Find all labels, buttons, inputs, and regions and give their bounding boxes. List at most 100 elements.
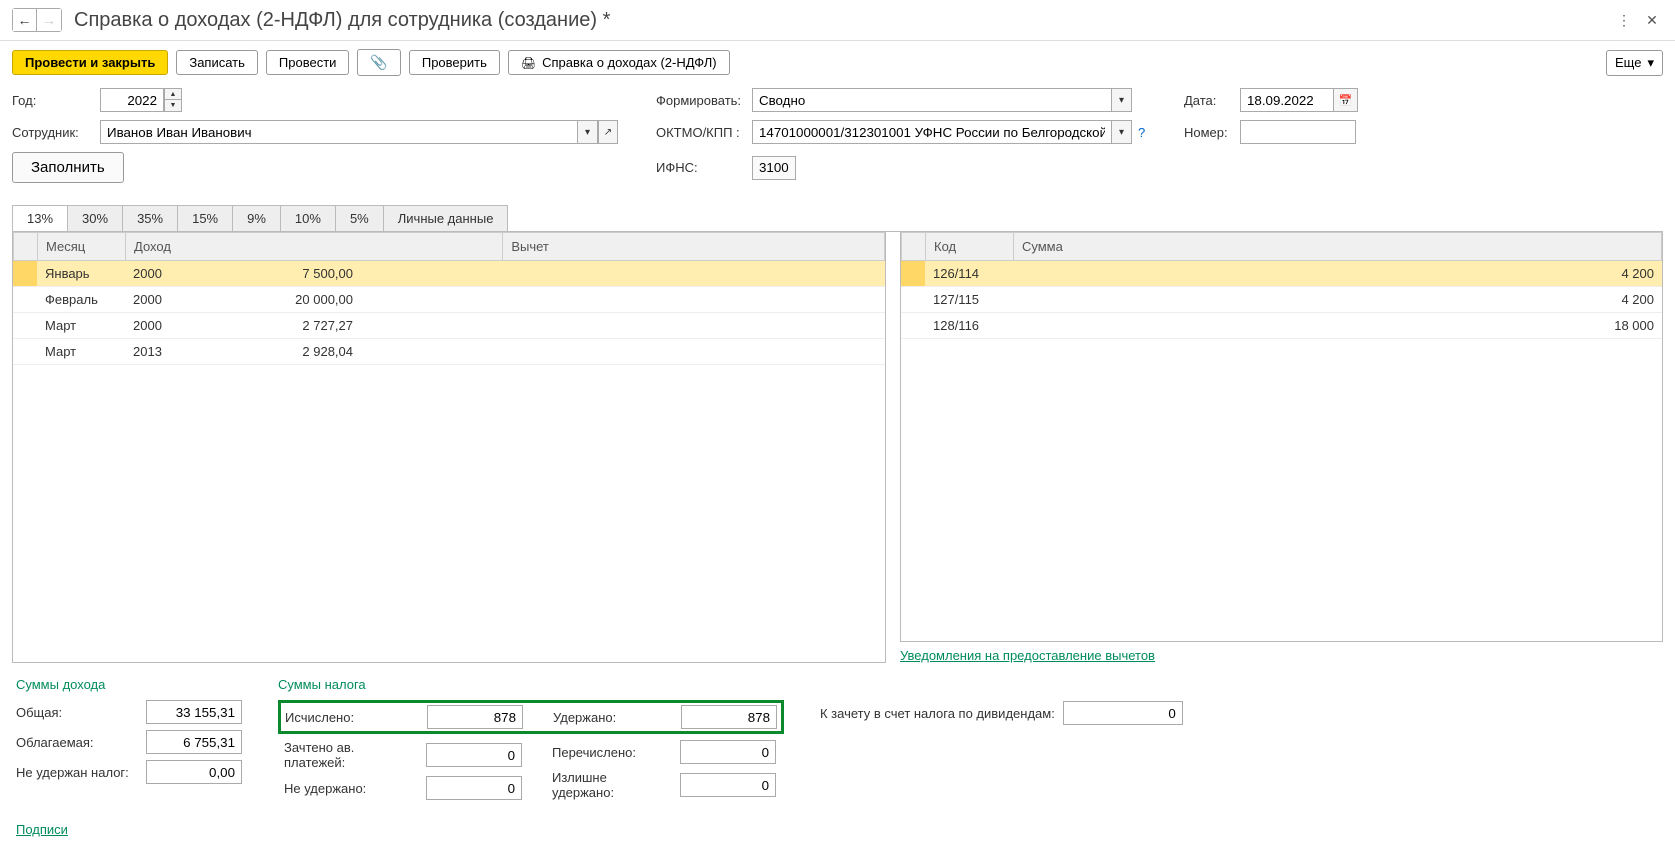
close-icon[interactable]: ✕ [1641, 9, 1663, 31]
nav-back-button[interactable]: ← [13, 9, 37, 31]
excess-input[interactable] [680, 773, 776, 797]
cell-amount: 20 000,00 [191, 287, 361, 313]
not-withheld-tax-input[interactable] [146, 760, 242, 784]
nav-forward-button[interactable]: → [37, 9, 61, 31]
table-row[interactable]: Март 2000 2 727,27 [13, 313, 885, 339]
cell-code: 126/114 [925, 261, 1013, 287]
tab-5[interactable]: 5% [335, 205, 384, 231]
menu-icon[interactable]: ⋮ [1613, 9, 1635, 31]
signatures-link[interactable]: Подписи [16, 822, 68, 837]
check-button[interactable]: Проверить [409, 50, 500, 75]
tabs: 13% 30% 35% 15% 9% 10% 5% Личные данные [12, 205, 1663, 231]
table-row[interactable]: Февраль 2000 20 000,00 [13, 287, 885, 313]
tab-15[interactable]: 15% [177, 205, 233, 231]
cell-month: Январь [37, 261, 125, 287]
cell-month: Февраль [37, 287, 125, 313]
total-label: Общая: [16, 705, 138, 720]
cell-code: 127/115 [925, 287, 1013, 313]
employee-label: Сотрудник: [12, 125, 100, 140]
cell-deduction [361, 339, 885, 365]
form-mode-input[interactable] [752, 88, 1112, 112]
more-button[interactable]: Еще ▾ [1606, 50, 1663, 76]
col-income: Доход [126, 233, 503, 261]
advance-label: Зачтено ав. платежей: [284, 740, 418, 770]
attach-button[interactable]: 📎 [357, 49, 400, 76]
cell-deduction [361, 287, 885, 313]
withheld-label: Удержано: [553, 710, 673, 725]
year-input[interactable] [100, 88, 164, 112]
not-withheld2-input[interactable] [426, 776, 522, 800]
deductions-table-panel: Код Сумма 126/114 4 200 127/115 4 200 [900, 232, 1663, 642]
cell-code: 2000 [125, 261, 191, 287]
post-and-close-button[interactable]: Провести и закрыть [12, 50, 168, 75]
taxable-label: Облагаемая: [16, 735, 138, 750]
save-button[interactable]: Записать [176, 50, 258, 75]
calendar-button[interactable]: 📅 [1334, 88, 1358, 112]
income-totals-header: Суммы дохода [16, 677, 242, 692]
cell-deduction [361, 313, 885, 339]
col-month: Месяц [38, 233, 126, 261]
year-up-button[interactable]: ▲ [164, 88, 182, 100]
withheld-input[interactable] [681, 705, 777, 729]
cell-code: 2013 [125, 339, 191, 365]
year-down-button[interactable]: ▼ [164, 100, 182, 112]
page-title: Справка о доходах (2-НДФЛ) для сотрудник… [74, 9, 1613, 32]
date-label: Дата: [1184, 93, 1240, 108]
tax-totals-header: Суммы налога [278, 677, 784, 692]
report-button[interactable]: 🖨Справка о доходах (2-НДФЛ) [508, 50, 730, 75]
income-table-panel: Месяц Доход Вычет Январь 2000 7 500,00 Ф… [12, 232, 886, 663]
nav-buttons: ← → [12, 8, 62, 32]
not-withheld2-label: Не удержано: [284, 781, 418, 796]
table-row[interactable]: 126/114 4 200 [901, 261, 1662, 287]
cell-sum: 4 200 [1013, 287, 1662, 313]
cell-month: Март [37, 339, 125, 365]
oktmo-dropdown-button[interactable]: ▾ [1112, 120, 1132, 144]
advance-input[interactable] [426, 743, 522, 767]
calendar-icon: 📅 [1339, 94, 1353, 107]
employee-input[interactable] [100, 120, 578, 144]
calculated-input[interactable] [427, 705, 523, 729]
transferred-label: Перечислено: [552, 745, 672, 760]
fill-button[interactable]: Заполнить [12, 152, 124, 183]
tab-13[interactable]: 13% [12, 205, 68, 231]
table-row[interactable]: Январь 2000 7 500,00 [13, 261, 885, 287]
table-row[interactable]: Март 2013 2 928,04 [13, 339, 885, 365]
table-row[interactable]: 128/116 18 000 [901, 313, 1662, 339]
tab-9[interactable]: 9% [232, 205, 281, 231]
total-input[interactable] [146, 700, 242, 724]
ifns-label: ИФНС: [656, 160, 752, 175]
employee-dropdown-button[interactable]: ▾ [578, 120, 598, 144]
number-label: Номер: [1184, 125, 1240, 140]
tab-10[interactable]: 10% [280, 205, 336, 231]
chevron-down-icon: ▾ [1647, 55, 1654, 71]
oktmo-label: ОКТМО/КПП : [656, 125, 752, 140]
col-sum: Сумма [1014, 233, 1662, 261]
cell-sum: 4 200 [1013, 261, 1662, 287]
ifns-input[interactable] [752, 156, 796, 180]
cell-amount: 2 928,04 [191, 339, 361, 365]
tab-30[interactable]: 30% [67, 205, 123, 231]
col-code: Код [926, 233, 1014, 261]
help-icon[interactable]: ? [1138, 125, 1145, 140]
taxable-input[interactable] [146, 730, 242, 754]
cell-sum: 18 000 [1013, 313, 1662, 339]
arrow-left-icon: ← [18, 12, 32, 28]
form-mode-label: Формировать: [656, 93, 752, 108]
highlighted-tax-box: Исчислено: Удержано: [278, 700, 784, 734]
tab-35[interactable]: 35% [122, 205, 178, 231]
date-input[interactable] [1240, 88, 1334, 112]
post-button[interactable]: Провести [266, 50, 350, 75]
transferred-input[interactable] [680, 740, 776, 764]
cell-code: 128/116 [925, 313, 1013, 339]
deduction-notifications-link[interactable]: Уведомления на предоставление вычетов [900, 648, 1663, 663]
oktmo-input[interactable] [752, 120, 1112, 144]
dividend-input[interactable] [1063, 701, 1183, 725]
cell-month: Март [37, 313, 125, 339]
form-mode-dropdown-button[interactable]: ▾ [1112, 88, 1132, 112]
employee-open-button[interactable]: ↗ [598, 120, 618, 144]
table-row[interactable]: 127/115 4 200 [901, 287, 1662, 313]
year-label: Год: [12, 93, 100, 108]
not-withheld-tax-label: Не удержан налог: [16, 765, 138, 780]
number-input[interactable] [1240, 120, 1356, 144]
tab-personal[interactable]: Личные данные [383, 205, 509, 231]
